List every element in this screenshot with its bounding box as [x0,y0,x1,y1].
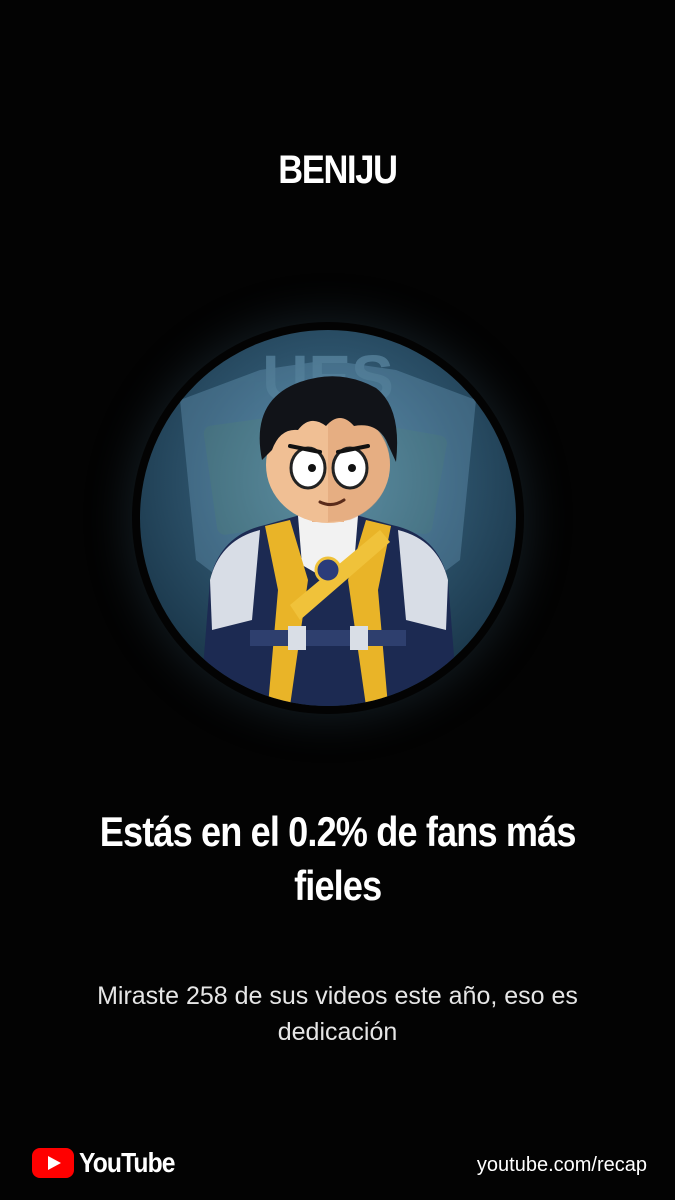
headline-line-2: fieles [293,862,382,909]
youtube-logo: YouTube [32,1146,188,1180]
recap-url: youtube.com/recap [476,1154,647,1176]
headline-line-1: Estás en el 0.2% de fans más [99,808,577,855]
subtext-line-2: dedicación [277,1018,398,1046]
channel-avatar-icon: UES [180,342,476,706]
channel-name: BENIJU [278,148,398,192]
videos-watched-subtext: Miraste 258 de sus videos este año, eso … [40,978,635,1050]
youtube-play-icon [32,1148,74,1178]
channel-avatar: UES [140,330,516,706]
subtext-line-1: Miraste 258 de sus videos este año, eso … [97,982,578,1010]
fan-rank-headline: Estás en el 0.2% de fans más fieles [30,805,645,913]
youtube-wordmark: YouTube [79,1147,175,1178]
